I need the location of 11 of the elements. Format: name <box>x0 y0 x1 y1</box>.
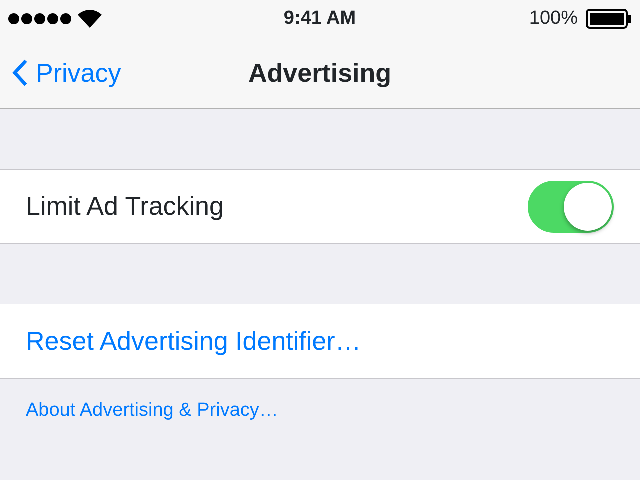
toggle-switch[interactable] <box>528 180 614 232</box>
battery-percentage: 100% <box>529 6 578 31</box>
screen-title: Advertising <box>248 56 392 90</box>
back-button[interactable]: Privacy <box>0 54 122 92</box>
clock-time: 9:41 AM <box>284 6 356 31</box>
back-chevron-icon <box>12 59 28 87</box>
setting-label: Limit Ad Tracking <box>26 190 224 223</box>
about-link[interactable]: About Advertising & Privacy… <box>26 400 278 421</box>
signal-icon <box>8 13 74 25</box>
wifi-icon <box>78 10 102 28</box>
battery-icon <box>586 9 632 29</box>
